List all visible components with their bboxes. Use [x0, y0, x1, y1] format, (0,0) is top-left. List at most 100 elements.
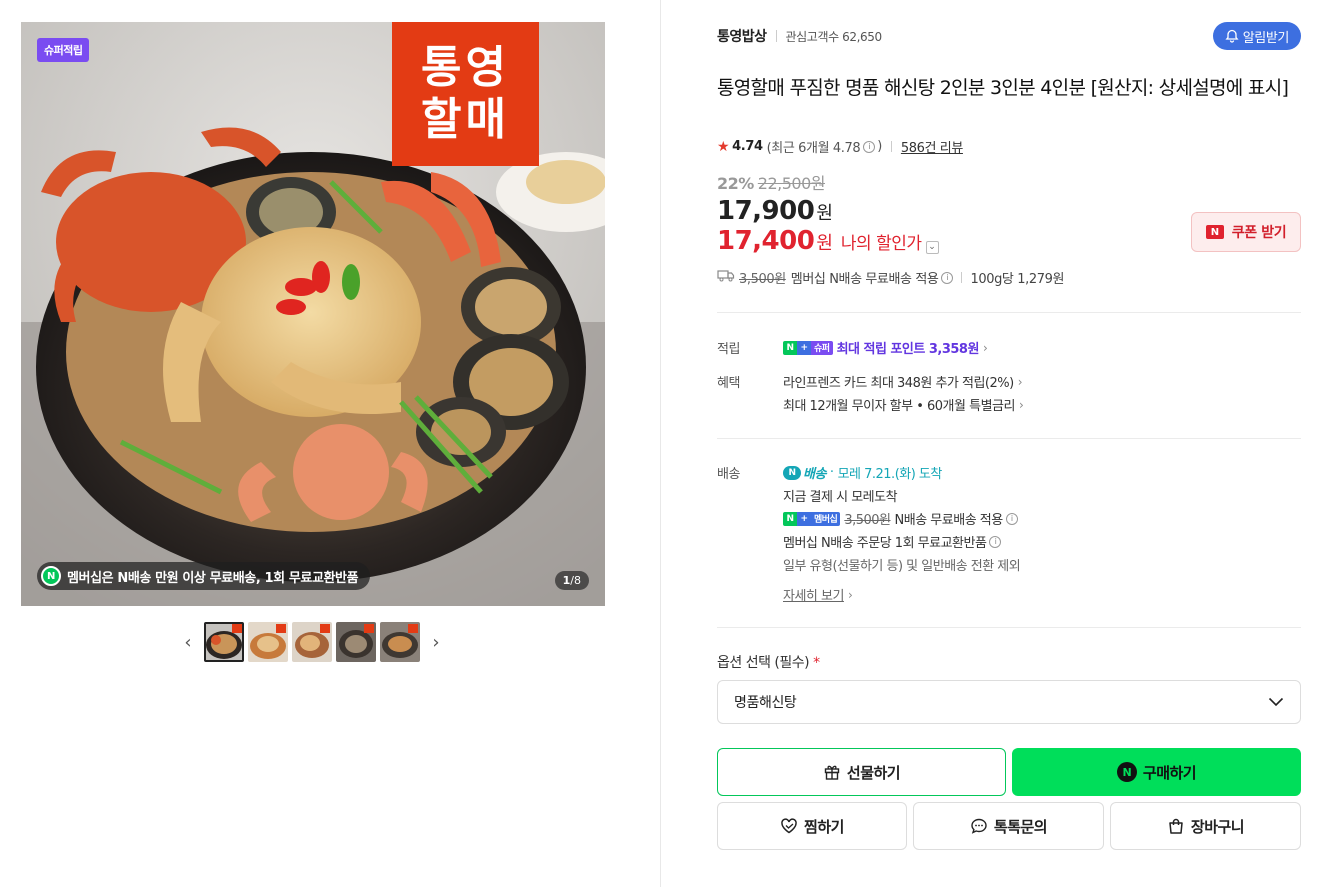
- thumbnail-2[interactable]: [248, 622, 288, 662]
- recent-rating: (최근 6개월 4.78: [766, 141, 861, 156]
- my-price-value: 17,400: [717, 226, 815, 256]
- discount-rate: 22%: [717, 174, 754, 193]
- chevron-down-icon: [1268, 697, 1284, 707]
- thumbnail-5[interactable]: [380, 622, 420, 662]
- sale-price: 17,900 원: [717, 196, 833, 226]
- chevron-right-icon: ›: [982, 340, 988, 355]
- shipping-row: 3,500원 멤버십 N배송 무료배송 적용 i 100g당 1,279원: [717, 268, 1064, 287]
- chevron-right-icon: ›: [847, 587, 853, 602]
- n-delivery-icon: N: [783, 465, 801, 480]
- option-select[interactable]: 명품해신탕: [717, 680, 1301, 724]
- thumbnail-4[interactable]: [336, 622, 376, 662]
- gift-label: 선물하기: [846, 763, 901, 782]
- info-icon[interactable]: i: [863, 140, 876, 153]
- option-label-text: 옵션 선택 (필수): [717, 655, 810, 671]
- buy-button[interactable]: N 구매하기: [1012, 748, 1301, 796]
- installment-row[interactable]: 최대 12개월 무이자 할부 • 60개월 특별금리 ›: [783, 395, 1024, 415]
- points-row[interactable]: N + 슈퍼 최대 적립 포인트 3,358원 ›: [783, 338, 988, 357]
- points-label: 적립: [717, 342, 741, 357]
- max-points-text: 최대 적립 포인트 3,358원: [836, 342, 980, 357]
- talk-inquiry-button[interactable]: 톡톡문의: [913, 802, 1104, 850]
- talk-label: 톡톡문의: [993, 817, 1048, 836]
- coupon-label: 쿠폰 받기: [1231, 225, 1287, 241]
- original-price-row: 22% 22,500원: [717, 170, 826, 194]
- thumbnail-1[interactable]: [204, 622, 244, 662]
- truck-icon: [717, 269, 735, 286]
- delivery-line-2-text: N배송 무료배송 적용: [894, 513, 1004, 528]
- option-selected-value: 명품해신탕: [734, 695, 797, 711]
- n-delivery-tag: N 배송: [783, 463, 826, 482]
- wishlist-label: 찜하기: [804, 817, 844, 836]
- thumbnail-next-icon[interactable]: ›: [424, 622, 448, 662]
- review-count-link[interactable]: 586건 리뷰: [901, 137, 963, 156]
- info-icon[interactable]: i: [941, 271, 954, 284]
- info-icon[interactable]: i: [1005, 512, 1018, 525]
- bell-icon: [1225, 29, 1239, 43]
- installment-text: 최대 12개월 무이자 할부 • 60개월 특별금리: [783, 399, 1015, 414]
- rating-row: ★ 4.74 (최근 6개월 4.78 i ) 586건 리뷰: [717, 137, 963, 157]
- thumbnail-prev-icon[interactable]: ‹: [176, 622, 200, 662]
- required-mark: *: [813, 655, 820, 671]
- rating-score: 4.74: [732, 139, 763, 154]
- section-divider: [717, 627, 1301, 628]
- shipping-text: 멤버십 N배송 무료배송 적용: [790, 272, 939, 287]
- alarm-subscribe-button[interactable]: 알림받기: [1212, 22, 1301, 50]
- column-divider: [660, 0, 661, 887]
- old-delivery-fee: 3,500원: [844, 513, 891, 528]
- delivery-line-2: N + 멤버십 3,500원 N배송 무료배송 적용 i: [783, 509, 1018, 528]
- gift-button[interactable]: 선물하기: [717, 748, 1006, 796]
- n-delivery-icon: N: [41, 566, 61, 586]
- chevron-down-icon[interactable]: ⌄: [925, 241, 939, 254]
- my-discount-price[interactable]: 17,400 원 나의 할인가 ⌄: [717, 226, 939, 256]
- store-fan-count: 관심고객수 62,650: [785, 29, 883, 44]
- currency-unit: 원: [816, 233, 833, 254]
- product-title: 통영할매 푸짐한 명품 해신탕 2인분 3인분 4인분 [원산지: 상세설명에 …: [717, 77, 1289, 99]
- logo-line-1: 통영: [421, 42, 510, 93]
- see-more-text: 자세히 보기: [783, 589, 844, 604]
- cart-label: 장바구니: [1190, 817, 1245, 836]
- divider: [961, 272, 963, 283]
- option-label: 옵션 선택 (필수) *: [717, 652, 820, 672]
- divider: [775, 30, 777, 42]
- cart-button[interactable]: 장바구니: [1110, 802, 1301, 850]
- wishlist-button[interactable]: 찜하기: [717, 802, 907, 850]
- see-more-link[interactable]: 자세히 보기 ›: [783, 585, 853, 605]
- delivery-line-4: 일부 유형(선물하기 등) 및 일반배송 전환 제외: [783, 555, 1021, 574]
- thumbnail-strip: ‹ ›: [176, 622, 448, 662]
- recent-rating-close: ): [877, 139, 882, 154]
- main-product-image[interactable]: 슈퍼적립 통영 할매 N 멤버십은 N배송 만원 이상 무료배송, 1회 무료교…: [21, 22, 605, 606]
- original-price: 22,500원: [757, 174, 826, 193]
- buy-label: 구매하기: [1142, 763, 1197, 782]
- alarm-label: 알림받기: [1242, 30, 1290, 46]
- logo-line-2: 할매: [421, 94, 510, 145]
- super-points-badge: 슈퍼적립: [37, 38, 90, 62]
- thumbnail-3[interactable]: [292, 622, 332, 662]
- section-divider: [717, 312, 1301, 313]
- my-price-label: 나의 할인가: [840, 234, 922, 254]
- store-name-link[interactable]: 통영밥상: [717, 26, 767, 46]
- store-row: 통영밥상 관심고객수 62,650 알림받기: [717, 22, 1301, 50]
- chevron-right-icon: ›: [1017, 374, 1023, 389]
- brand-logo: 통영 할매: [392, 22, 539, 166]
- chat-bubble-icon: [971, 818, 987, 834]
- star-icon: ★: [717, 138, 730, 155]
- delivery-line-1: 지금 결제 시 모레도착: [783, 486, 898, 505]
- delivery-arrival: 모레 7.21.(화) 도착: [837, 467, 943, 482]
- divider: [890, 141, 892, 152]
- delivery-line-1-text: 지금 결제 시 모레도착: [783, 490, 898, 505]
- product-gallery: 슈퍼적립 통영 할매 N 멤버십은 N배송 만원 이상 무료배송, 1회 무료교…: [0, 0, 660, 887]
- delivery-line-3-text: 멤버십 N배송 주문당 1회 무료교환반품: [783, 536, 987, 551]
- shopping-bag-icon: [1169, 818, 1183, 834]
- delivery-line-4-text: 일부 유형(선물하기 등) 및 일반배송 전환 제외: [783, 559, 1021, 574]
- membership-banner-text: 멤버십은 N배송 만원 이상 무료배송, 1회 무료교환반품: [67, 570, 359, 586]
- delivery-eta-row: N 배송 · 모레 7.21.(화) 도착: [783, 463, 942, 482]
- naver-plus-super-badge: N + 슈퍼: [783, 340, 833, 355]
- unit-price: 100g당 1,279원: [970, 272, 1065, 287]
- coupon-button[interactable]: N 쿠폰 받기: [1191, 212, 1301, 252]
- sale-price-value: 17,900: [717, 196, 815, 226]
- currency-unit: 원: [816, 203, 833, 224]
- card-benefit-row[interactable]: 라인프렌즈 카드 최대 348원 추가 적립(2%) ›: [783, 372, 1023, 392]
- section-divider: [717, 438, 1301, 439]
- info-icon[interactable]: i: [989, 535, 1002, 548]
- old-shipping-fee: 3,500원: [739, 272, 786, 287]
